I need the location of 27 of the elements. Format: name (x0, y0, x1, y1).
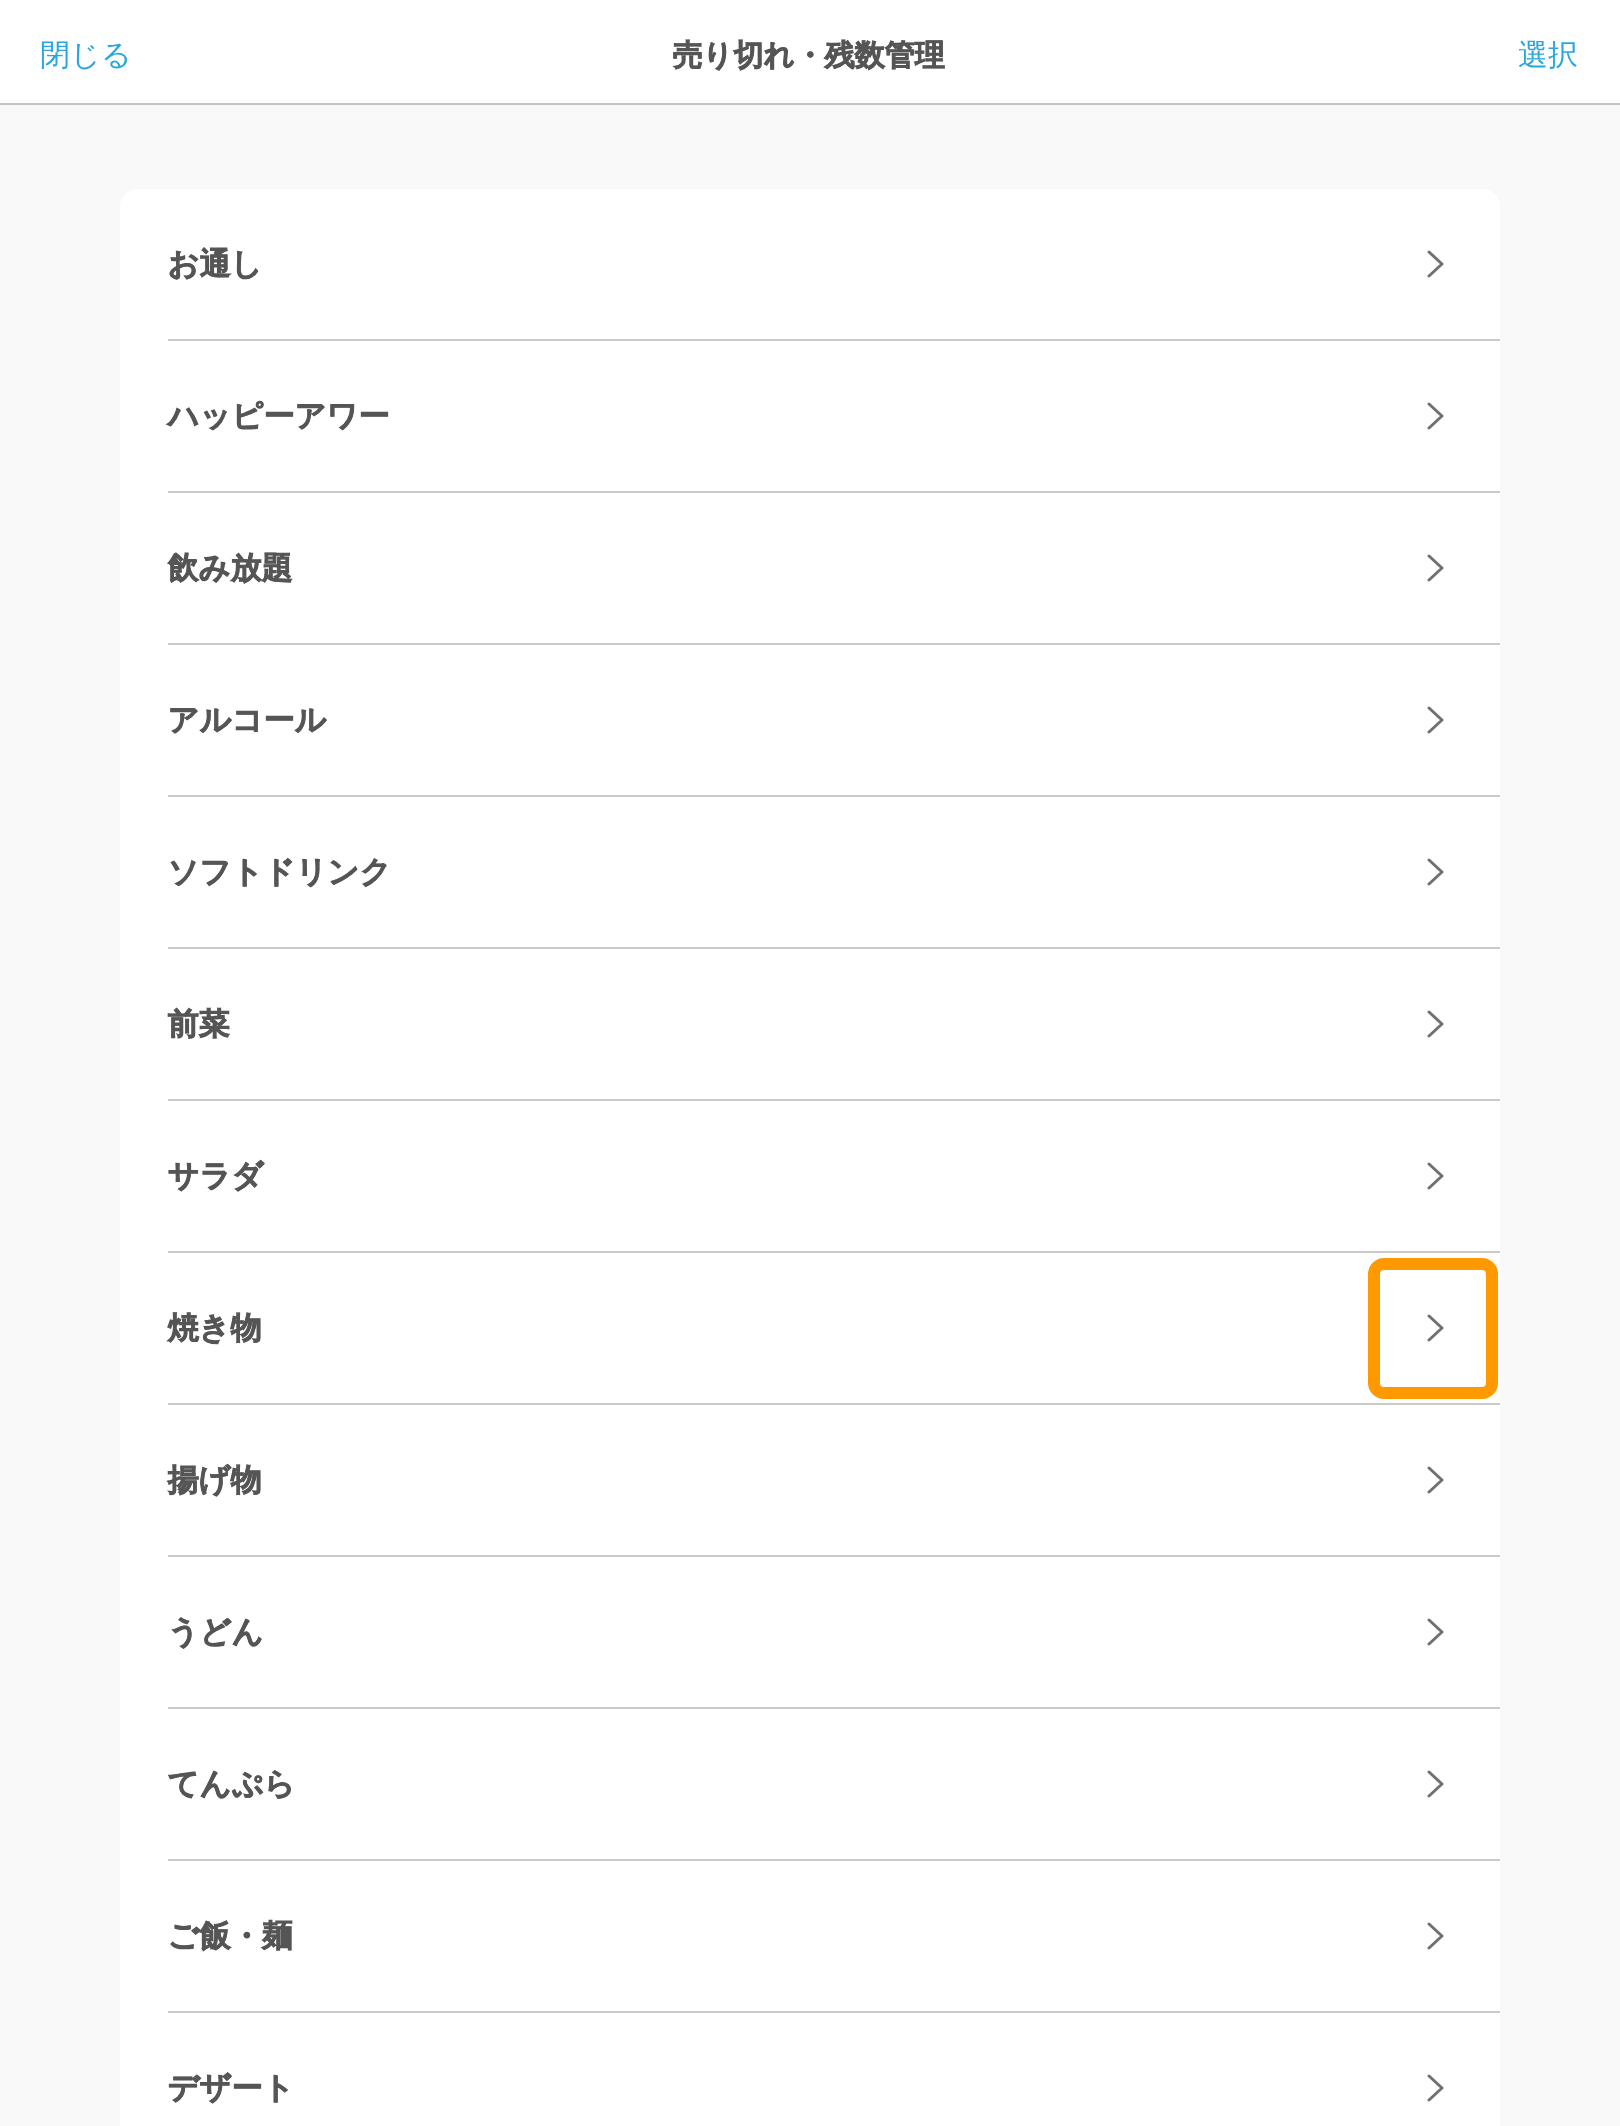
category-row[interactable]: お通し (168, 189, 1500, 341)
chevron-right-icon (1427, 1466, 1444, 1494)
category-row[interactable]: 前菜 (168, 949, 1500, 1101)
chevron-right-icon (1427, 1314, 1444, 1342)
category-row[interactable]: ソフトドリンク (168, 797, 1500, 949)
chevron-right-icon (1427, 706, 1444, 734)
chevron-right-icon (1427, 1770, 1444, 1798)
category-row[interactable]: ハッピーアワー (168, 341, 1500, 493)
chevron-right-icon (1427, 1922, 1444, 1950)
chevron-right-icon (1427, 554, 1444, 582)
category-row[interactable]: デザート (168, 2013, 1500, 2126)
chevron-right-icon (1427, 1618, 1444, 1646)
category-row[interactable]: 揚げ物 (168, 1405, 1500, 1557)
chevron-right-icon (1427, 402, 1444, 430)
category-row[interactable]: ご飯・麺 (168, 1861, 1500, 2013)
category-row[interactable]: うどん (168, 1557, 1500, 1709)
category-row[interactable]: アルコール (168, 645, 1500, 797)
chevron-right-icon (1427, 250, 1444, 278)
chevron-right-icon (1427, 1010, 1444, 1038)
category-row[interactable]: サラダ (168, 1101, 1500, 1253)
category-row[interactable]: 飲み放題 (168, 493, 1500, 645)
screen-title: 売り切れ・残数管理 (673, 36, 945, 74)
category-row[interactable]: てんぷら (168, 1709, 1500, 1861)
category-row[interactable]: 焼き物 (168, 1253, 1500, 1405)
chevron-right-icon (1427, 2074, 1444, 2102)
chevron-right-icon (1427, 858, 1444, 886)
chevron-right-icon (1427, 1162, 1444, 1190)
